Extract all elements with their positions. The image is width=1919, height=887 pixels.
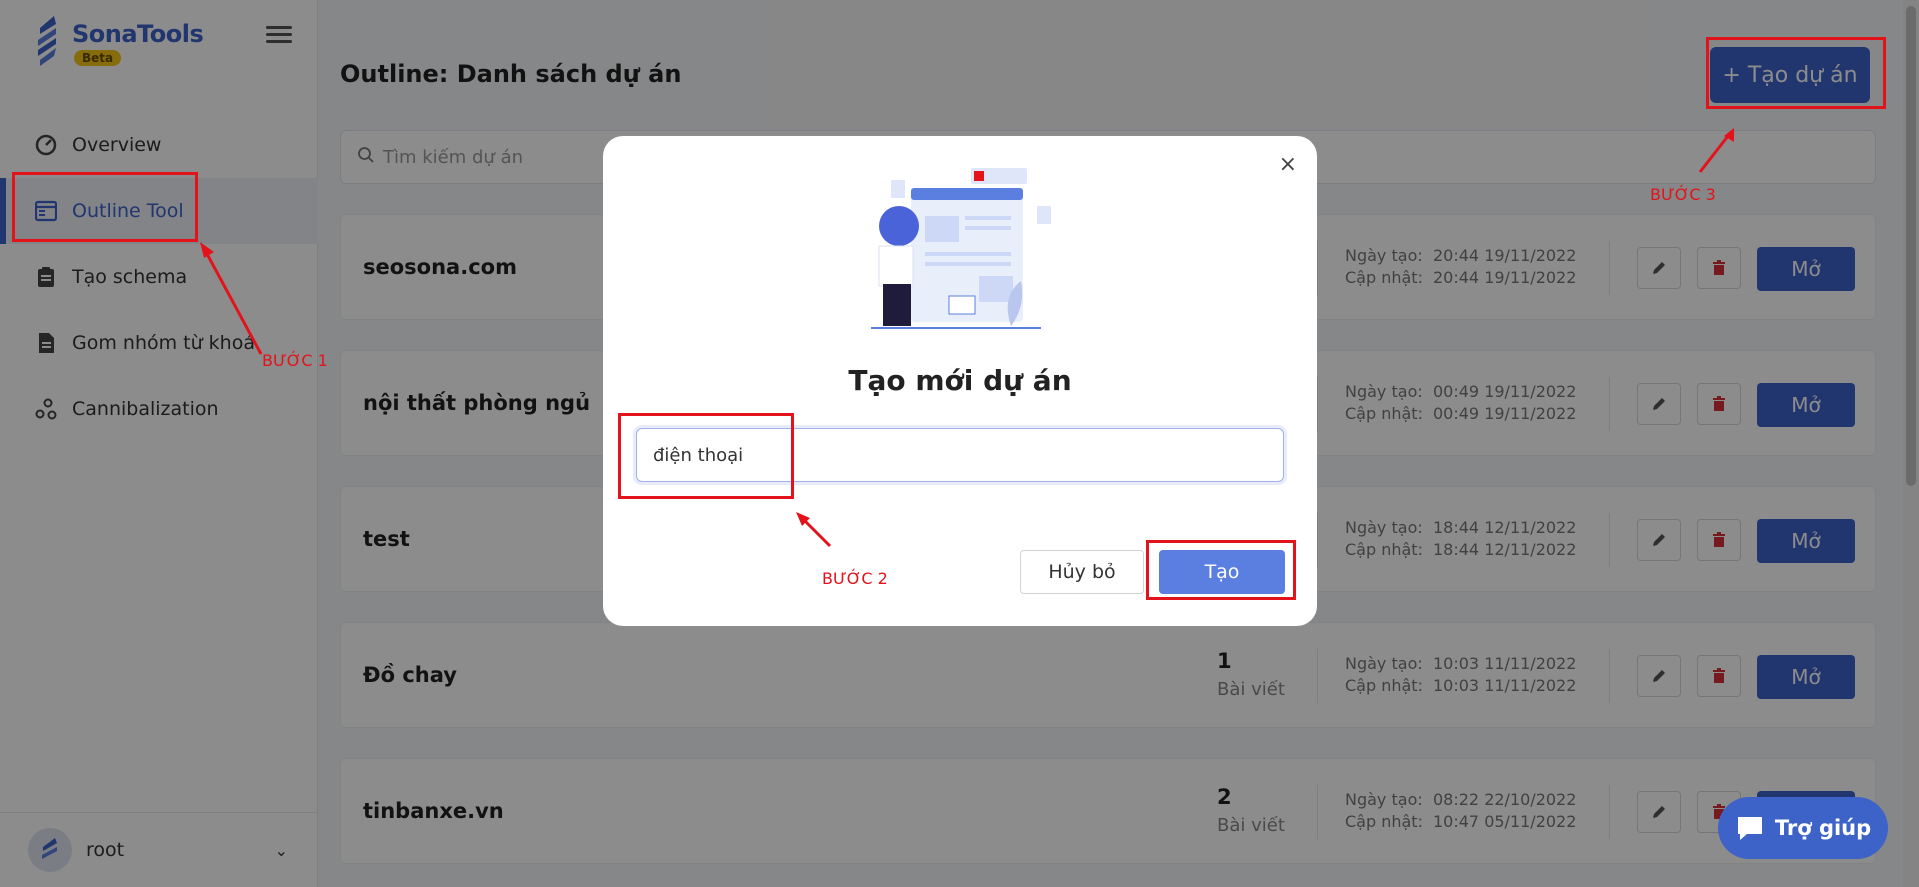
annotation-box-step1 <box>12 172 198 242</box>
close-icon[interactable]: × <box>1279 152 1297 177</box>
annotation-box-step3 <box>1706 37 1886 109</box>
annotation-box-submit <box>1146 540 1296 600</box>
annotation-label-step2: BƯỚC 2 <box>822 569 888 588</box>
annotation-label-step1: BƯỚC 1 <box>262 351 328 370</box>
help-label: Trợ giúp <box>1774 816 1872 840</box>
cancel-button[interactable]: Hủy bỏ <box>1020 550 1144 594</box>
help-chat-button[interactable]: Trợ giúp <box>1718 797 1888 859</box>
dialog-title: Tạo mới dự án <box>848 364 1072 397</box>
annotation-box-step2 <box>618 413 794 499</box>
illustration-woman-drawing <box>871 168 1051 329</box>
chat-bubble-icon <box>1737 817 1762 840</box>
annotation-label-step3: BƯỚC 3 <box>1650 185 1716 204</box>
